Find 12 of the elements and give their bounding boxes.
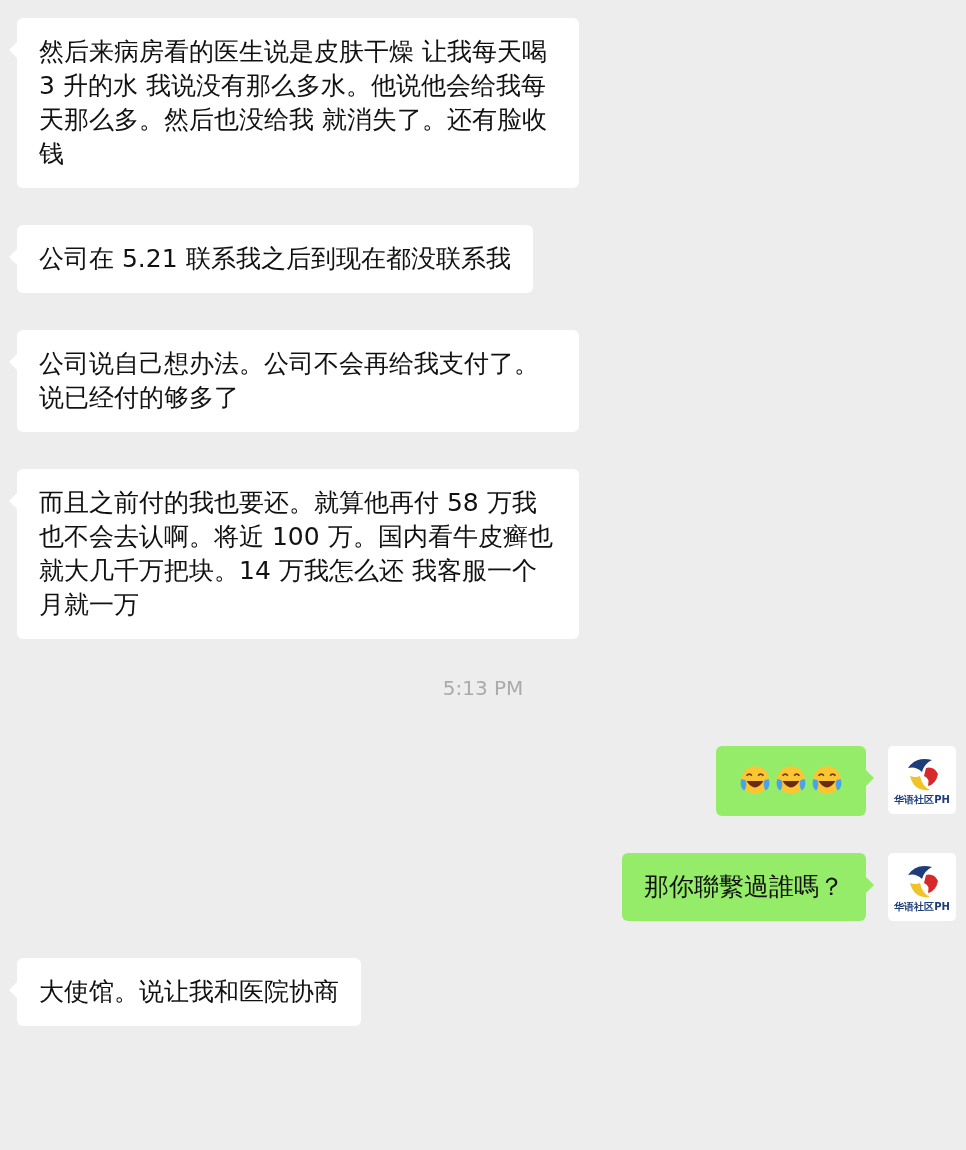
avatar-label: 华语社区PH bbox=[894, 901, 950, 913]
avatar[interactable]: 华语社区PH bbox=[888, 853, 956, 921]
avatar[interactable]: 华语社区PH bbox=[888, 746, 956, 814]
bubble-tail bbox=[866, 877, 874, 893]
message-bubble: 那你聯繫過誰嗎？ bbox=[622, 853, 866, 921]
message-bubble: 公司说自己想办法。公司不会再给我支付了。说已经付的够多了 bbox=[17, 330, 579, 432]
avatar-label: 华语社区PH bbox=[894, 794, 950, 806]
message-bubble: 公司在 5.21 联系我之后到现在都没联系我 bbox=[17, 225, 533, 293]
message-bubble: 大使馆。说让我和医院协商 bbox=[17, 958, 361, 1026]
message-bubble: 然后来病房看的医生说是皮肤干燥 让我每天喝 3 升的水 我说没有那么多水。他说他会给我每天那么多。然后也没给我 就消失了。还有脸收钱 bbox=[17, 18, 579, 188]
timestamp: 5:13 PM bbox=[442, 676, 524, 700]
message-bubble: 而且之前付的我也要还。就算他再付 58 万我也不会去认啊。将近 100 万。国内看牛皮癣也就大几千万把块。14 万我怎么还 我客服一个月就一万 bbox=[17, 469, 579, 639]
